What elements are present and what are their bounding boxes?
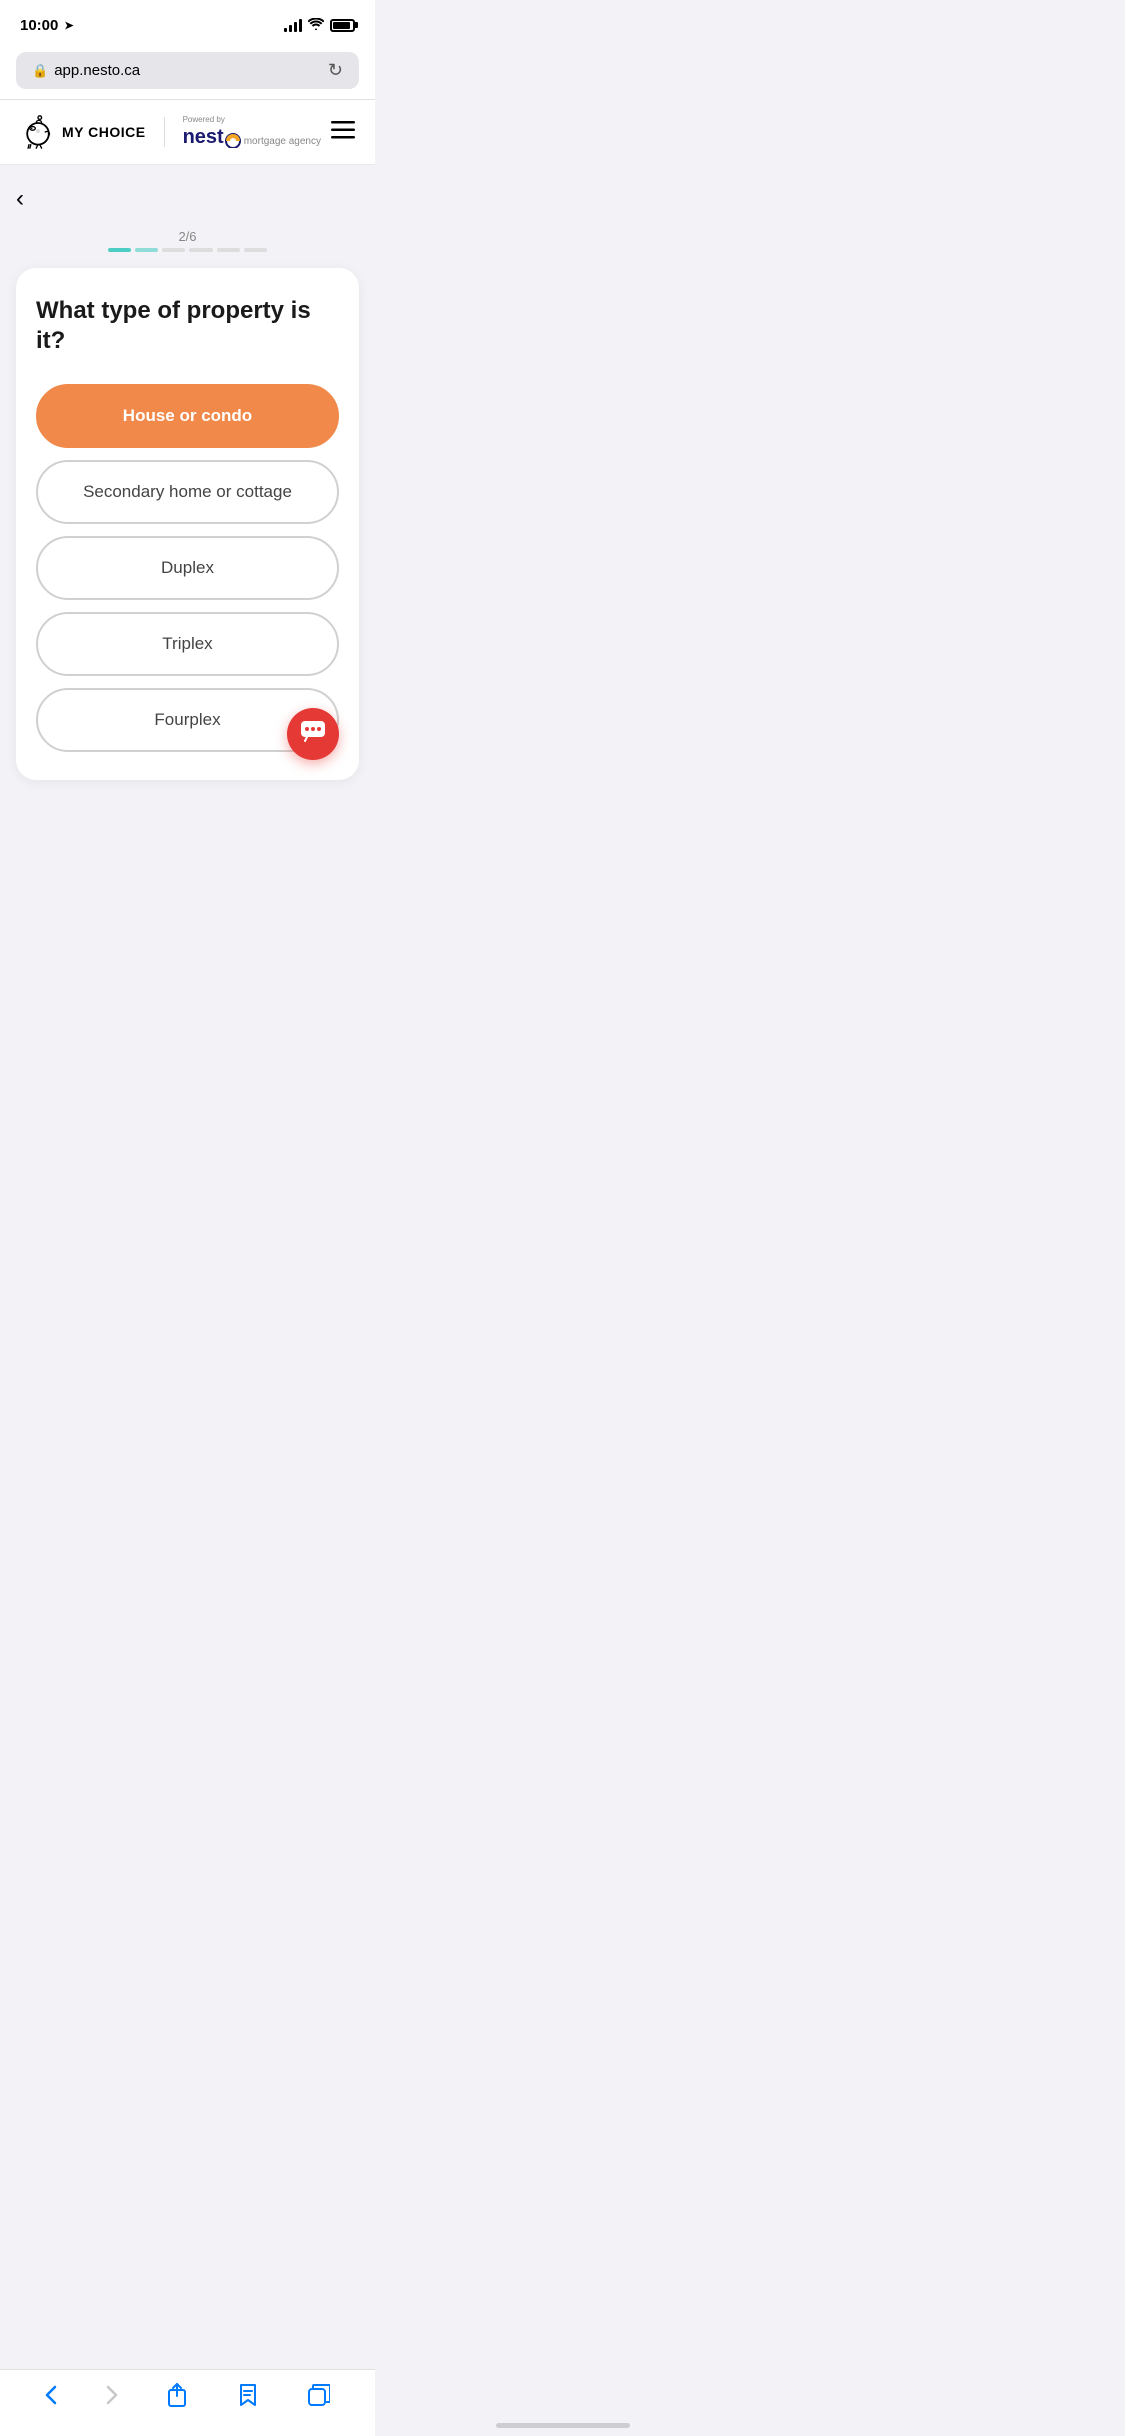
mortgage-agency-label: mortgage agency <box>244 136 321 147</box>
piggy-icon <box>20 114 56 150</box>
progress-segment-3 <box>162 248 185 252</box>
powered-by-label: Powered by <box>183 115 321 124</box>
option-duplex[interactable]: Duplex <box>36 536 339 600</box>
progress-label: 2/6 <box>178 229 196 244</box>
bottom-browser-bar <box>0 2369 375 2436</box>
chat-icon <box>300 720 326 749</box>
bookmarks-button[interactable] <box>237 2383 259 2407</box>
option-house-condo[interactable]: House or condo <box>36 384 339 448</box>
nesto-logo-area: Powered by nest mortgage agency <box>183 115 321 149</box>
progress-segment-6 <box>244 248 267 252</box>
url-left: 🔒 app.nesto.ca <box>32 62 140 79</box>
my-choice-text: MY CHOICE <box>62 124 146 140</box>
status-time: 10:00 ➤ <box>20 17 74 34</box>
status-icons <box>284 17 355 33</box>
chat-button[interactable] <box>287 708 339 760</box>
tabs-button[interactable] <box>308 2384 330 2406</box>
location-arrow-icon: ➤ <box>64 19 73 32</box>
browser-forward-button[interactable] <box>106 2385 118 2405</box>
status-bar: 10:00 ➤ <box>0 0 375 44</box>
progress-segment-4 <box>189 248 212 252</box>
nesto-o-icon <box>225 128 241 148</box>
options-list: House or condo Secondary home or cottage… <box>36 384 339 752</box>
wifi-icon <box>308 17 324 33</box>
progress-segment-1 <box>108 248 131 252</box>
browser-back-button[interactable] <box>45 2385 57 2405</box>
main-content: ‹ 2/6 What type of property is it? House… <box>0 165 375 800</box>
logo-area: MY CHOICE Powered by nest mortgage agenc… <box>20 114 321 150</box>
option-triplex[interactable]: Triplex <box>36 612 339 676</box>
progress-section: 2/6 <box>16 229 359 252</box>
hamburger-menu-icon[interactable] <box>331 121 355 143</box>
back-chevron-icon: ‹ <box>16 185 24 213</box>
home-indicator <box>496 2423 630 2428</box>
url-text: app.nesto.ca <box>54 62 140 79</box>
nesto-text: nest <box>183 126 224 149</box>
option-secondary-home[interactable]: Secondary home or cottage <box>36 460 339 524</box>
url-bar[interactable]: 🔒 app.nesto.ca ↻ <box>16 52 359 89</box>
card-title: What type of property is it? <box>36 296 339 356</box>
my-choice-logo: MY CHOICE <box>20 114 146 150</box>
lock-icon: 🔒 <box>32 63 48 79</box>
signal-bars-icon <box>284 18 302 32</box>
progress-track <box>108 248 268 252</box>
share-button[interactable] <box>167 2382 187 2408</box>
progress-segment-2 <box>135 248 158 252</box>
logo-divider <box>164 117 165 147</box>
refresh-icon[interactable]: ↻ <box>328 60 343 81</box>
browser-bar: 🔒 app.nesto.ca ↻ <box>0 44 375 100</box>
battery-icon <box>330 19 355 32</box>
progress-segment-5 <box>217 248 240 252</box>
app-header: MY CHOICE Powered by nest mortgage agenc… <box>0 100 375 165</box>
property-type-card: What type of property is it? House or co… <box>16 268 359 780</box>
back-button[interactable]: ‹ <box>16 185 359 213</box>
